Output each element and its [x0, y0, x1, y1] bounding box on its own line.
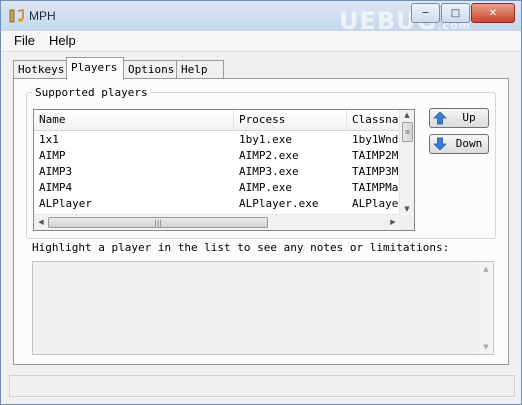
minimize-button[interactable]: ─ [411, 3, 440, 23]
supported-players-group: Supported players Name Process Classnar … [26, 86, 496, 239]
down-button-label: Down [455, 137, 483, 150]
maximize-icon: □ [450, 7, 461, 19]
tab-hotkeys[interactable]: Hotkeys [13, 60, 68, 79]
cell-name: AIMP3 [39, 165, 73, 178]
cell-process: AIMP.exe [239, 181, 292, 194]
cell-process: AIMP2.exe [239, 149, 299, 162]
players-list[interactable]: Name Process Classnar 1x1 1by1.exe 1by1W… [33, 109, 415, 231]
minimize-icon: ─ [422, 7, 429, 19]
down-button[interactable]: Down [429, 134, 489, 154]
music-note-icon [9, 9, 24, 23]
list-row[interactable]: AIMP3 AIMP3.exe TAIMP3Ma [34, 164, 400, 180]
tab-help[interactable]: Help [176, 60, 224, 79]
arrow-down-icon [433, 137, 447, 151]
list-row[interactable]: AIMP AIMP2.exe TAIMP2Ma [34, 148, 400, 164]
vertical-scrollbar[interactable]: ▲ ≡ ▼ [399, 110, 414, 214]
scroll-down-arrow-icon[interactable]: ▼ [479, 343, 493, 351]
scroll-left-arrow-icon[interactable]: ◀ [34, 218, 48, 226]
up-button[interactable]: Up [429, 108, 489, 128]
menu-help[interactable]: Help [49, 33, 76, 48]
cell-name: 1x1 [39, 133, 59, 146]
scroll-up-arrow-icon[interactable]: ▲ [479, 265, 493, 273]
status-bar [9, 375, 515, 397]
players-tab-panel: Supported players Name Process Classnar … [13, 78, 509, 365]
cell-process: 1by1.exe [239, 133, 292, 146]
column-header-process[interactable]: Process [234, 110, 347, 130]
scroll-corner [400, 215, 414, 230]
scroll-right-arrow-icon[interactable]: ▶ [386, 218, 400, 226]
cell-classname: TAIMP2Ma [352, 149, 400, 162]
arrow-up-icon [433, 111, 447, 125]
cell-name: AIMP4 [39, 181, 73, 194]
horizontal-scrollbar[interactable]: ◀ ||| ▶ [34, 214, 400, 230]
cell-classname: TAIMPMai [352, 181, 400, 194]
cell-classname: TAIMP3Ma [352, 165, 400, 178]
notes-scrollbar[interactable]: ▲ ▼ [479, 262, 493, 354]
grip-icon: ≡ [404, 128, 411, 136]
tab-options[interactable]: Options [123, 60, 179, 79]
window-title: MPH [29, 9, 56, 23]
scroll-up-arrow-icon[interactable]: ▲ [400, 111, 414, 119]
scroll-down-arrow-icon[interactable]: ▼ [400, 205, 414, 213]
up-button-label: Up [462, 111, 476, 124]
close-icon: ✕ [488, 7, 498, 19]
list-row[interactable]: 1x1 1by1.exe 1by1Wnd( [34, 132, 400, 148]
column-header-classname[interactable]: Classnar [347, 110, 400, 130]
column-header-name[interactable]: Name [34, 110, 234, 130]
group-label: Supported players [32, 86, 151, 99]
list-header: Name Process Classnar [34, 110, 400, 131]
vertical-scroll-thumb[interactable]: ≡ [402, 122, 413, 142]
horizontal-scroll-thumb[interactable]: ||| [48, 217, 268, 228]
maximize-button[interactable]: □ [441, 3, 470, 23]
app-window: MPH UEBUG.com ─ □ ✕ File Help Hotkeys Pl… [0, 0, 522, 405]
close-button[interactable]: ✕ [471, 3, 515, 23]
tab-players[interactable]: Players [66, 57, 124, 80]
cell-name: AIMP [39, 149, 66, 162]
cell-process: ALPlayer.exe [239, 197, 319, 210]
list-row[interactable]: AIMP4 AIMP.exe TAIMPMai [34, 180, 400, 196]
menu-file[interactable]: File [14, 33, 35, 48]
grip-icon: ||| [154, 218, 162, 227]
cell-process: AIMP3.exe [239, 165, 299, 178]
tab-strip: Hotkeys Players Options Help [13, 57, 507, 80]
cell-classname: 1by1Wnd( [352, 133, 400, 146]
title-bar[interactable]: MPH UEBUG.com ─ □ ✕ [1, 1, 521, 35]
menu-bar: File Help [1, 31, 521, 52]
cell-classname: ALPlayer [352, 197, 400, 210]
hint-text: Highlight a player in the list to see an… [32, 241, 450, 254]
cell-name: ALPlayer [39, 197, 92, 210]
notes-box[interactable]: ▲ ▼ [32, 261, 494, 355]
list-row[interactable]: ALPlayer ALPlayer.exe ALPlayer [34, 196, 400, 212]
